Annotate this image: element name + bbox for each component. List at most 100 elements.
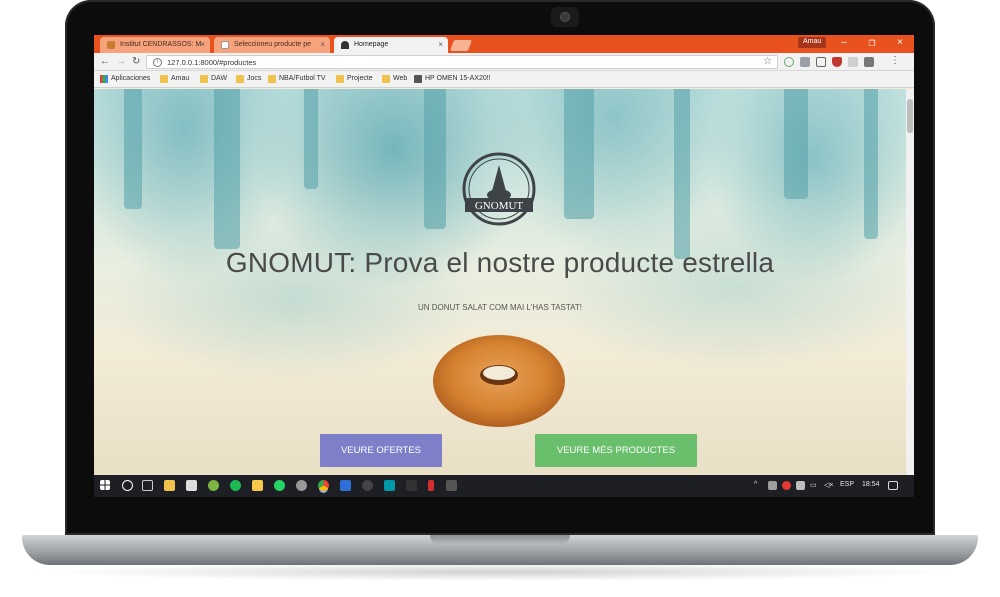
back-icon[interactable]: ← bbox=[100, 56, 110, 67]
homepage-hero: GNOMUT GNOMUT: Prova el nostre producte … bbox=[94, 89, 906, 475]
tab-title: Homepage bbox=[354, 41, 389, 48]
shield-icon[interactable] bbox=[832, 57, 842, 67]
windows-taskbar: ^ ▭ ◁× ESP 18:54 bbox=[94, 475, 914, 497]
donut-image bbox=[433, 335, 565, 427]
info-icon[interactable]: i bbox=[153, 58, 162, 67]
app-icon[interactable] bbox=[406, 480, 417, 491]
app-icon[interactable] bbox=[384, 480, 395, 491]
app-icon[interactable] bbox=[340, 480, 351, 491]
folder-icon bbox=[236, 75, 244, 83]
bookmark-amau[interactable]: Amau bbox=[160, 75, 189, 83]
folder-icon bbox=[268, 75, 276, 83]
extension-icon[interactable] bbox=[800, 57, 810, 67]
whatsapp-icon[interactable] bbox=[274, 480, 285, 491]
cast-icon[interactable] bbox=[816, 57, 826, 67]
reload-icon[interactable]: ↻ bbox=[132, 56, 140, 67]
app-icon[interactable] bbox=[252, 480, 263, 491]
bookmark-label: Aplicaciones bbox=[111, 75, 151, 82]
app-icon[interactable] bbox=[208, 480, 219, 491]
page-title: GNOMUT: Prova el nostre producte estrell… bbox=[225, 247, 775, 278]
bookmark-label: Projecte bbox=[347, 75, 373, 82]
mail-icon[interactable] bbox=[186, 480, 197, 491]
apps-icon bbox=[100, 75, 108, 83]
screen: Institut CENDRASSOS: M × Seleccioneu pro… bbox=[94, 35, 914, 497]
language-indicator[interactable]: ESP bbox=[840, 481, 854, 488]
grunge-decoration bbox=[124, 89, 142, 209]
tagline: UN DONUT SALAT COM MAI L'HAS TASTAT! bbox=[417, 303, 583, 312]
grunge-decoration bbox=[674, 89, 690, 259]
windows-start-icon[interactable] bbox=[100, 480, 110, 490]
file-explorer-icon[interactable] bbox=[164, 480, 175, 491]
chrome-icon[interactable] bbox=[318, 480, 329, 491]
new-tab-button[interactable] bbox=[449, 40, 473, 51]
bookmark-label: NBA/Futbol TV bbox=[279, 75, 326, 82]
app-icon[interactable] bbox=[446, 480, 457, 491]
forward-icon[interactable]: → bbox=[116, 56, 126, 67]
bookmark-daw[interactable]: DAW bbox=[200, 75, 227, 83]
laptop-notch bbox=[430, 535, 570, 545]
tray-icon[interactable] bbox=[782, 481, 791, 490]
url-text: 127.0.0.1:8000/#productes bbox=[167, 58, 257, 67]
page-scrollbar[interactable] bbox=[906, 89, 914, 475]
camera-icon[interactable] bbox=[864, 57, 874, 67]
clock[interactable]: 18:54 bbox=[862, 481, 880, 488]
logo-text: GNOMUT bbox=[475, 200, 524, 212]
tab-homepage[interactable]: Homepage × bbox=[334, 37, 448, 53]
extension-icon[interactable] bbox=[784, 57, 794, 67]
minimize-icon[interactable]: – bbox=[836, 37, 852, 48]
menu-icon[interactable]: ⋮ bbox=[890, 55, 900, 66]
restore-icon[interactable]: ❐ bbox=[864, 39, 880, 48]
address-bar[interactable]: i 127.0.0.1:8000/#productes ☆ bbox=[146, 55, 778, 69]
notifications-icon[interactable] bbox=[888, 481, 898, 490]
bookmarks-bar: Aplicaciones Amau DAW Jocs NBA/Futbol TV… bbox=[94, 71, 914, 88]
close-icon[interactable]: × bbox=[320, 40, 325, 49]
tab-title: Institut CENDRASSOS: M bbox=[120, 41, 202, 48]
network-icon[interactable]: ▭ bbox=[810, 481, 817, 489]
browser-toolbar: ← → ↻ i 127.0.0.1:8000/#productes ☆ ⋮ bbox=[94, 53, 914, 71]
spotify-icon[interactable] bbox=[230, 480, 241, 491]
volume-icon[interactable]: ◁× bbox=[824, 481, 833, 489]
folder-icon bbox=[160, 75, 168, 83]
bookmark-label: Jocs bbox=[247, 75, 262, 82]
chevron-up-icon[interactable]: ^ bbox=[754, 481, 757, 488]
tab-favicon-icon bbox=[107, 41, 115, 49]
extension-icon[interactable] bbox=[848, 57, 858, 67]
scrollbar-thumb[interactable] bbox=[907, 99, 913, 133]
bookmark-hp-omen[interactable]: HP OMEN 15-AX20!! bbox=[414, 75, 491, 83]
bookmark-apps[interactable]: Aplicaciones bbox=[100, 75, 151, 83]
grunge-decoration bbox=[424, 89, 446, 229]
profile-button[interactable]: Amau bbox=[798, 37, 827, 48]
page-icon bbox=[221, 41, 229, 49]
bookmark-web[interactable]: Web bbox=[382, 75, 407, 83]
folder-icon bbox=[382, 75, 390, 83]
close-icon[interactable]: × bbox=[200, 40, 205, 49]
laptop-mockup: Institut CENDRASSOS: M × Seleccioneu pro… bbox=[0, 0, 1000, 597]
gnomut-logo: GNOMUT bbox=[462, 152, 536, 226]
close-icon[interactable]: × bbox=[438, 40, 443, 49]
bookmark-star-icon[interactable]: ☆ bbox=[763, 56, 772, 67]
search-icon[interactable] bbox=[122, 480, 133, 491]
app-icon[interactable] bbox=[296, 480, 307, 491]
tray-icon[interactable] bbox=[768, 481, 777, 490]
tab-seleccioneu[interactable]: Seleccioneu producte pe × bbox=[214, 37, 330, 53]
tray-icon[interactable] bbox=[796, 481, 805, 490]
folder-icon bbox=[200, 75, 208, 83]
close-window-icon[interactable]: × bbox=[892, 37, 908, 48]
grunge-decoration bbox=[864, 89, 878, 239]
grunge-decoration bbox=[564, 89, 594, 219]
view-offers-button[interactable]: VEURE OFERTES bbox=[320, 434, 442, 467]
app-icon[interactable] bbox=[428, 480, 434, 491]
folder-icon bbox=[336, 75, 344, 83]
bookmark-jocs[interactable]: Jocs bbox=[236, 75, 262, 83]
bookmark-nba[interactable]: NBA/Futbol TV bbox=[268, 75, 326, 83]
gnome-favicon-icon bbox=[341, 41, 349, 49]
tab-institut[interactable]: Institut CENDRASSOS: M × bbox=[100, 37, 210, 53]
grunge-decoration bbox=[214, 89, 240, 249]
steam-icon[interactable] bbox=[362, 480, 373, 491]
bookmark-projecte[interactable]: Projecte bbox=[336, 75, 373, 83]
hp-icon bbox=[414, 75, 422, 83]
task-view-icon[interactable] bbox=[142, 480, 153, 491]
view-more-products-button[interactable]: VEURE MÉS PRODUCTES bbox=[535, 434, 697, 467]
grunge-decoration bbox=[304, 89, 318, 189]
tab-strip: Institut CENDRASSOS: M × Seleccioneu pro… bbox=[94, 35, 914, 53]
